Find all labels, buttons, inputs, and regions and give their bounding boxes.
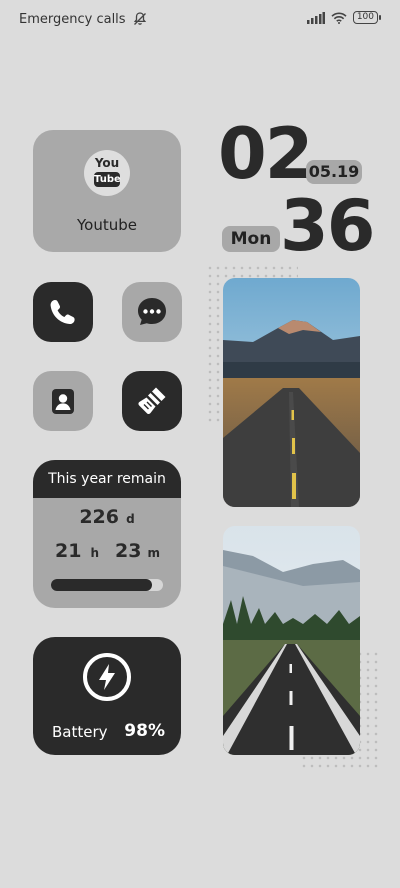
phone-app[interactable] [33,282,93,342]
messages-app[interactable] [122,282,182,342]
battery-percent: 98% [124,721,165,741]
status-bar-left: Emergency calls [19,11,148,27]
youtube-icon-text-you: You [94,156,120,170]
battery-label: Battery [52,723,108,741]
minutes-unit: m [147,546,161,560]
battery-widget[interactable]: Battery 98% [33,637,181,755]
hours-value: 21 [55,540,82,562]
year-progress-fill [51,579,152,591]
clock-hour: 02 [218,113,313,195]
bell-off-icon [133,12,146,25]
phone-icon [50,300,75,325]
status-bar-right: 100 [306,11,382,24]
lightning-icon [83,653,131,701]
hours-unit: h [90,546,100,560]
photo-desert-road[interactable] [223,278,360,507]
days-remaining: 226 d [33,506,181,528]
days-value: 226 [79,506,119,528]
broom-icon [138,387,166,414]
youtube-widget[interactable]: You Tube Youtube [33,130,181,252]
landscape-image [223,526,360,755]
contacts-app[interactable] [33,371,93,431]
contacts-icon [52,389,74,414]
date-badge: 05.19 [306,160,362,184]
year-progress-bar [51,579,163,591]
year-remain-widget[interactable]: This year remain 226 d 21 h 23 m [33,460,181,608]
youtube-label: Youtube [77,216,137,234]
weekday-badge: Mon [222,226,280,252]
minutes-value: 23 [115,540,142,562]
wifi-icon [331,12,347,24]
youtube-icon-text-tube: Tube [94,172,121,187]
message-icon [138,298,166,325]
hours-remaining: 21 h [55,540,99,562]
photo-forest-road[interactable] [223,526,360,755]
days-unit: d [126,512,135,526]
landscape-image [223,278,360,507]
youtube-icon: You Tube [84,150,130,196]
year-remain-title: This year remain [33,460,181,498]
cleaner-app[interactable] [122,371,182,431]
battery-status: 100 [352,11,382,24]
minutes-remaining: 23 m [115,540,160,562]
emergency-calls-text: Emergency calls [19,11,126,27]
signal-icon [306,11,325,24]
clock-minute: 36 [280,185,375,267]
